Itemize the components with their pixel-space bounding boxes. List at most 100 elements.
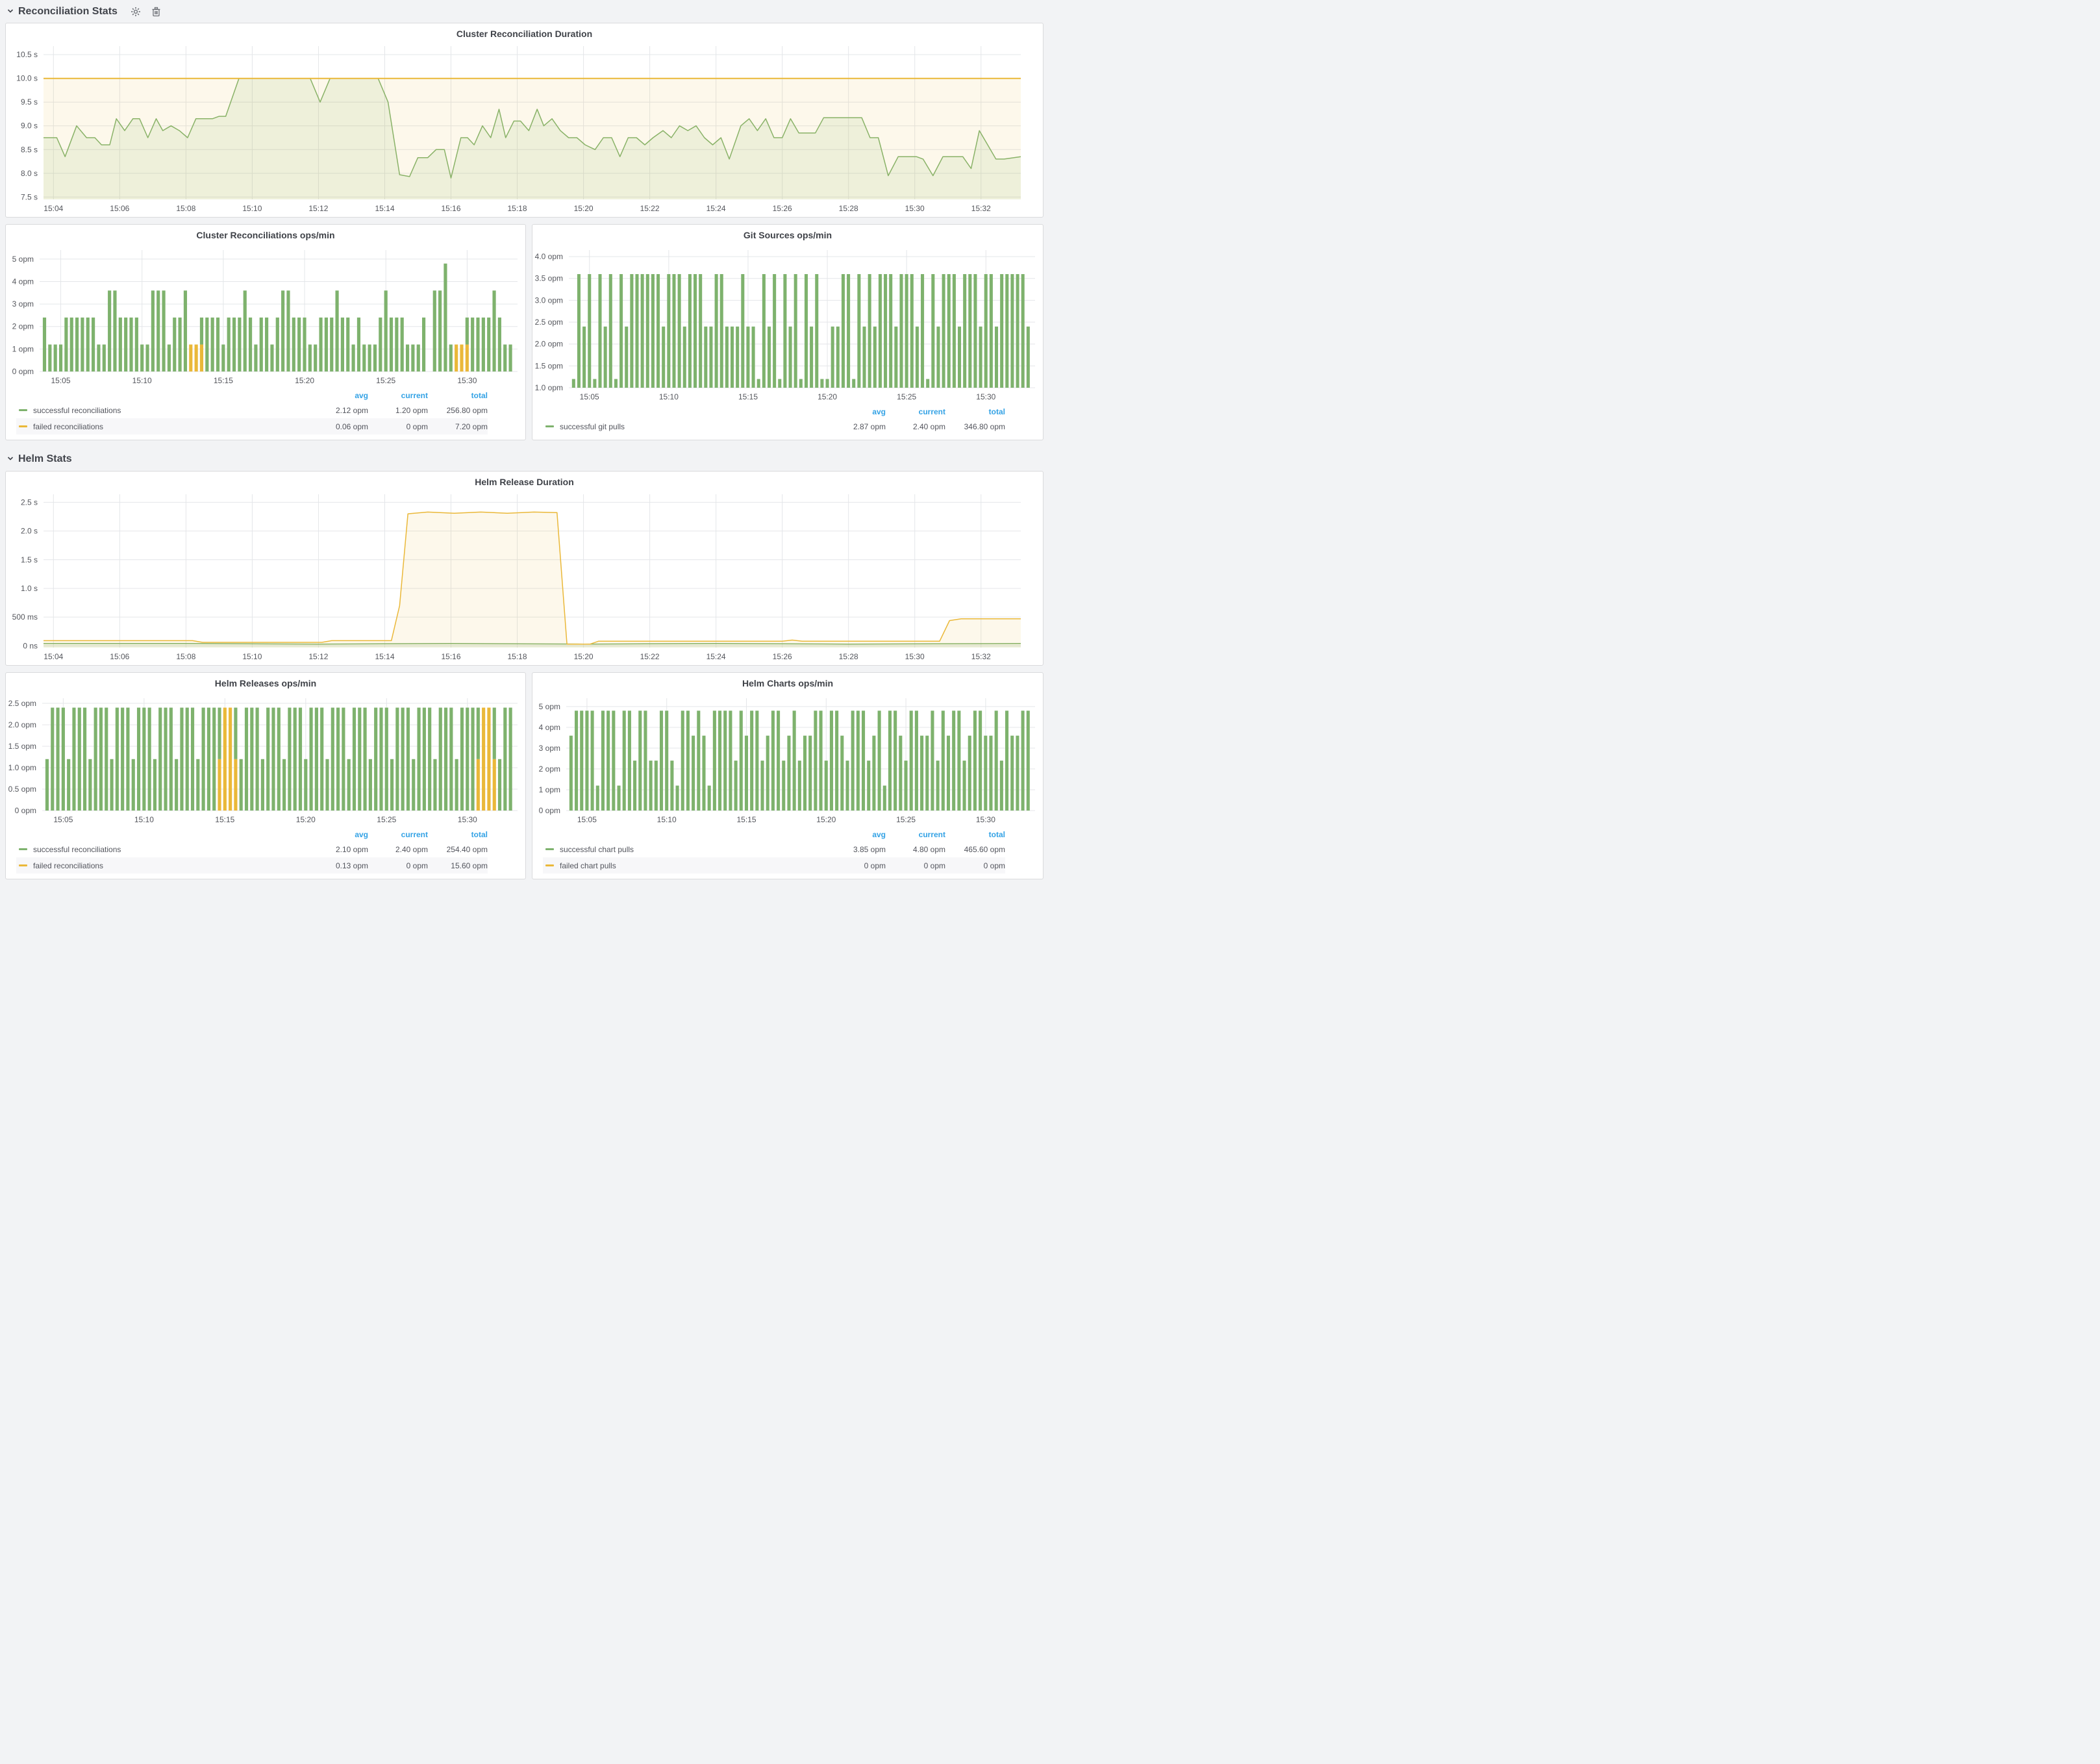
panel-title[interactable]: Git Sources ops/min: [532, 225, 1043, 244]
svg-text:15:12: 15:12: [308, 652, 328, 661]
legend-sort-avg[interactable]: avg: [308, 391, 368, 400]
svg-text:15:06: 15:06: [110, 652, 129, 661]
trash-icon[interactable]: [145, 6, 161, 17]
legend-sort-total[interactable]: total: [945, 407, 1005, 416]
legend-sort-avg[interactable]: avg: [826, 407, 886, 416]
panel-title[interactable]: Helm Release Duration: [6, 472, 1043, 490]
svg-text:4 opm: 4 opm: [12, 277, 34, 286]
svg-text:2 opm: 2 opm: [539, 764, 560, 774]
svg-text:2.5 s: 2.5 s: [21, 498, 38, 507]
svg-text:15:05: 15:05: [51, 376, 70, 385]
helm-releases-opm-chart[interactable]: 0 opm0.5 opm1.0 opm1.5 opm2.0 opm2.5 opm…: [6, 692, 525, 828]
legend-sort-total[interactable]: total: [428, 830, 488, 839]
series-swatch-green: [545, 848, 554, 850]
svg-text:15:12: 15:12: [308, 204, 328, 213]
legend-total-value: 15.60 opm: [428, 861, 488, 870]
svg-text:15:25: 15:25: [376, 376, 395, 385]
git-sources-opm-chart[interactable]: 1.0 opm1.5 opm2.0 opm2.5 opm3.0 opm3.5 o…: [532, 244, 1043, 405]
svg-text:7.5 s: 7.5 s: [21, 192, 38, 201]
legend-avg-value: 0.13 opm: [308, 861, 368, 870]
svg-text:15:25: 15:25: [896, 815, 916, 824]
legend-total-value: 7.20 opm: [428, 422, 488, 431]
panel-title[interactable]: Cluster Reconciliations ops/min: [6, 225, 525, 244]
legend-label[interactable]: failed chart pulls: [545, 861, 826, 870]
svg-text:15:24: 15:24: [706, 204, 726, 213]
legend-sort-avg[interactable]: avg: [826, 830, 886, 839]
legend-sort-total[interactable]: total: [428, 391, 488, 400]
svg-text:4.0 opm: 4.0 opm: [535, 252, 563, 261]
svg-text:15:30: 15:30: [976, 815, 995, 824]
legend-current-value: 0 opm: [368, 422, 428, 431]
svg-text:15:25: 15:25: [897, 392, 916, 401]
svg-text:15:10: 15:10: [134, 815, 154, 824]
cluster-reconciliation-duration-chart[interactable]: 7.5 s8.0 s8.5 s9.0 s9.5 s10.0 s10.5 s15:…: [6, 42, 1043, 217]
svg-text:4 opm: 4 opm: [539, 723, 560, 732]
legend-sort-current[interactable]: current: [886, 407, 945, 416]
cluster-reconciliations-opm-chart[interactable]: 0 opm1 opm2 opm3 opm4 opm5 opm15:0515:10…: [6, 244, 525, 389]
svg-text:10.0 s: 10.0 s: [16, 74, 38, 83]
svg-text:0 opm: 0 opm: [539, 806, 560, 815]
legend-sort-current[interactable]: current: [886, 830, 945, 839]
svg-text:15:26: 15:26: [773, 652, 792, 661]
svg-text:2 opm: 2 opm: [12, 322, 34, 331]
helm-release-duration-chart[interactable]: 0 ns500 ms1.0 s1.5 s2.0 s2.5 s15:0415:06…: [6, 490, 1043, 665]
svg-text:1.5 opm: 1.5 opm: [8, 742, 36, 751]
legend-label[interactable]: failed reconciliations: [19, 861, 308, 870]
svg-text:15:16: 15:16: [441, 652, 460, 661]
legend-sort-avg[interactable]: avg: [308, 830, 368, 839]
svg-text:15:08: 15:08: [176, 204, 195, 213]
svg-text:15:05: 15:05: [577, 815, 597, 824]
svg-text:15:18: 15:18: [507, 652, 527, 661]
svg-text:8.0 s: 8.0 s: [21, 169, 38, 178]
legend-label[interactable]: failed reconciliations: [19, 422, 308, 431]
legend-label[interactable]: successful git pulls: [545, 422, 826, 431]
legend-total-value: 256.80 opm: [428, 406, 488, 415]
legend-avg-value: 3.85 opm: [826, 845, 886, 854]
legend-label[interactable]: successful chart pulls: [545, 845, 826, 854]
svg-text:15:16: 15:16: [441, 204, 460, 213]
svg-text:15:25: 15:25: [377, 815, 396, 824]
panel-title[interactable]: Helm Releases ops/min: [6, 673, 525, 692]
svg-text:15:10: 15:10: [132, 376, 152, 385]
svg-text:15:15: 15:15: [215, 815, 234, 824]
svg-text:15:14: 15:14: [375, 652, 394, 661]
svg-text:1.0 s: 1.0 s: [21, 584, 38, 593]
section-header-reconciliation-stats[interactable]: Reconciliation Stats: [6, 5, 161, 18]
panel-title[interactable]: Cluster Reconciliation Duration: [6, 23, 1043, 42]
svg-text:1 opm: 1 opm: [12, 344, 34, 353]
legend-sort-total[interactable]: total: [945, 830, 1005, 839]
gear-icon[interactable]: [121, 6, 141, 17]
helm-charts-opm-chart[interactable]: 0 opm1 opm2 opm3 opm4 opm5 opm15:0515:10…: [532, 692, 1043, 828]
svg-text:3.5 opm: 3.5 opm: [535, 274, 563, 283]
legend-row-failed-reconciliations: failed reconciliations 0.13 opm 0 opm 15…: [16, 857, 488, 874]
legend-total-value: 465.60 opm: [945, 845, 1005, 854]
series-swatch-orange: [19, 425, 27, 427]
legend: avg current total successful chart pulls…: [532, 828, 1043, 879]
legend-label[interactable]: successful reconciliations: [19, 406, 308, 415]
legend-row-failed-reconciliations: failed reconciliations 0.06 opm 0 opm 7.…: [16, 418, 488, 435]
legend-current-value: 0 opm: [886, 861, 945, 870]
svg-text:0.5 opm: 0.5 opm: [8, 785, 36, 794]
svg-text:15:05: 15:05: [580, 392, 599, 401]
panel-helm-charts-opm: Helm Charts ops/min 0 opm1 opm2 opm3 opm…: [532, 672, 1044, 879]
legend: avg current total successful git pulls 2…: [532, 405, 1043, 440]
legend: avg current total successful reconciliat…: [6, 828, 525, 879]
legend-sort-current[interactable]: current: [368, 391, 428, 400]
legend-sort-current[interactable]: current: [368, 830, 428, 839]
svg-text:15:04: 15:04: [44, 652, 63, 661]
svg-text:0 ns: 0 ns: [23, 641, 38, 650]
svg-text:3.0 opm: 3.0 opm: [535, 296, 563, 305]
section-header-helm-stats[interactable]: Helm Stats: [6, 453, 72, 466]
svg-text:15:04: 15:04: [44, 204, 63, 213]
svg-text:15:08: 15:08: [176, 652, 195, 661]
svg-text:15:20: 15:20: [574, 652, 594, 661]
legend-current-value: 0 opm: [368, 861, 428, 870]
svg-text:15:15: 15:15: [736, 815, 756, 824]
svg-text:15:20: 15:20: [816, 815, 836, 824]
legend-total-value: 346.80 opm: [945, 422, 1005, 431]
svg-text:1.0 opm: 1.0 opm: [535, 383, 563, 392]
legend-label[interactable]: successful reconciliations: [19, 845, 308, 854]
panel-title[interactable]: Helm Charts ops/min: [532, 673, 1043, 692]
svg-text:15:30: 15:30: [905, 204, 925, 213]
svg-text:15:10: 15:10: [657, 815, 677, 824]
